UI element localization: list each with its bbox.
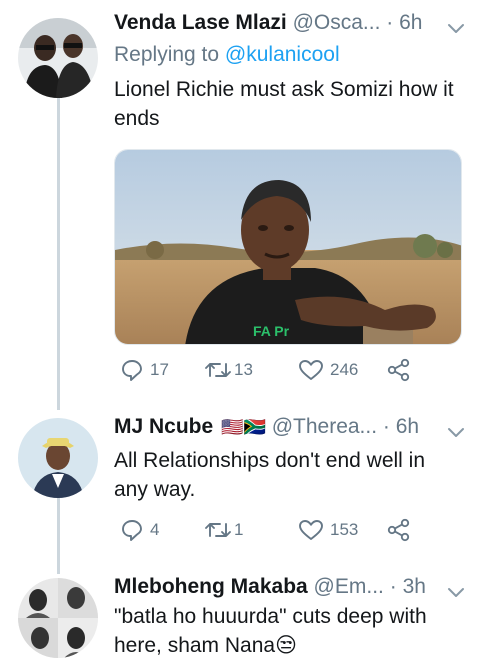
tweet-1[interactable]: Venda Lase Mlazi @Osca... · 6h Replying …: [0, 6, 480, 391]
timestamp[interactable]: 3h: [403, 575, 426, 598]
tweet-3[interactable]: Mleboheng Makaba @Em... · 3h "batla ho h…: [0, 570, 480, 660]
separator-dot: ·: [386, 11, 394, 34]
display-name[interactable]: Venda Lase Mlazi: [114, 11, 287, 34]
tweet-text: All Relationships don't end well in any …: [114, 449, 426, 501]
reply-icon: [120, 358, 144, 382]
like-icon: [298, 518, 324, 542]
like-button[interactable]: 153: [298, 516, 358, 544]
reply-icon: [120, 518, 144, 542]
reply-count: 4: [150, 520, 160, 539]
retweet-icon: [204, 518, 232, 542]
flag-emojis: 🇺🇸🇿🇦: [221, 417, 266, 437]
retweet-icon: [204, 358, 232, 382]
reply-button[interactable]: 17: [120, 356, 169, 384]
tweet-text: Lionel Richie must ask Somizi how it end…: [114, 78, 454, 130]
share-icon: [386, 517, 412, 543]
tweet-text: "batla ho huuurda" cuts deep with here, …: [114, 605, 427, 657]
replying-to: Replying to @kulanicool: [114, 43, 340, 67]
tweet-2[interactable]: MJ Ncube 🇺🇸🇿🇦 @Therea... · 6h All Relati…: [0, 410, 480, 555]
like-count: 246: [330, 360, 359, 379]
like-button[interactable]: 246: [298, 356, 358, 384]
retweet-button[interactable]: 1: [204, 516, 243, 544]
tweet-header: Mleboheng Makaba @Em... · 3h: [114, 570, 466, 604]
separator-dot: ·: [382, 415, 390, 438]
user-handle[interactable]: @Osca...: [293, 11, 381, 34]
separator-dot: ·: [389, 575, 397, 598]
timestamp[interactable]: 6h: [399, 11, 422, 34]
reply-count: 17: [150, 360, 169, 379]
caret-down-icon[interactable]: [446, 578, 466, 597]
shirt-text: FA Pr: [253, 323, 290, 339]
retweet-count: 13: [234, 360, 253, 379]
tweet-photo[interactable]: FA Pr: [114, 149, 462, 345]
reply-button[interactable]: 4: [120, 516, 159, 544]
caret-down-icon[interactable]: [446, 14, 466, 33]
user-handle[interactable]: @Em...: [314, 575, 384, 598]
share-button[interactable]: [386, 516, 412, 544]
retweet-button[interactable]: 13: [204, 356, 253, 384]
timestamp[interactable]: 6h: [396, 415, 419, 438]
share-button[interactable]: [386, 356, 412, 384]
caret-down-icon[interactable]: [446, 418, 466, 437]
tweet-actions: 17 13 246: [114, 356, 454, 384]
tweet-actions: 4 1 153: [114, 516, 454, 544]
retweet-count: 1: [234, 520, 244, 539]
tweet-header: Venda Lase Mlazi @Osca... · 6h: [114, 6, 466, 40]
avatar[interactable]: [18, 18, 98, 98]
replying-to-label: Replying to: [114, 43, 220, 66]
user-handle[interactable]: @Therea...: [272, 415, 377, 438]
replying-to-mention[interactable]: @kulanicool: [225, 43, 340, 66]
tweet-header: MJ Ncube 🇺🇸🇿🇦 @Therea... · 6h: [114, 410, 466, 444]
like-icon: [298, 358, 324, 382]
avatar[interactable]: [18, 578, 98, 658]
like-count: 153: [330, 520, 359, 539]
avatar[interactable]: [18, 418, 98, 498]
display-name[interactable]: Mleboheng Makaba: [114, 575, 308, 598]
display-name[interactable]: MJ Ncube: [114, 415, 213, 438]
share-icon: [386, 357, 412, 383]
